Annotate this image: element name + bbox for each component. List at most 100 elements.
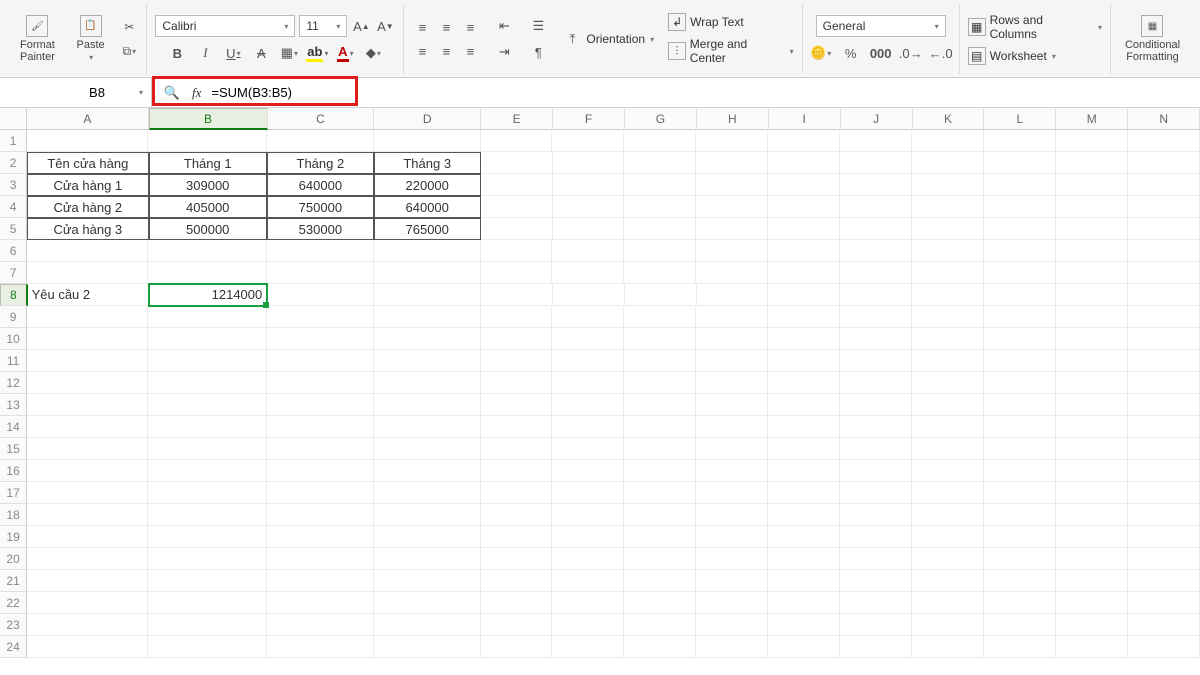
column-header-K[interactable]: K <box>913 108 985 129</box>
cell-C1[interactable] <box>267 130 374 152</box>
cell-E19[interactable] <box>481 526 553 548</box>
cell-G14[interactable] <box>624 416 696 438</box>
cell-I7[interactable] <box>768 262 840 284</box>
cell-G24[interactable] <box>624 636 696 658</box>
cell-K24[interactable] <box>912 636 984 658</box>
cell-N16[interactable] <box>1128 460 1200 482</box>
cell-J15[interactable] <box>840 438 912 460</box>
cell-N2[interactable] <box>1128 152 1200 174</box>
cell-D17[interactable] <box>374 482 481 504</box>
cell-D5[interactable]: 765000 <box>374 218 481 240</box>
row-header-15[interactable]: 15 <box>0 438 27 460</box>
cell-B8[interactable]: 1214000 <box>149 284 267 306</box>
cell-E16[interactable] <box>481 460 553 482</box>
cell-F1[interactable] <box>552 130 624 152</box>
cell-K20[interactable] <box>912 548 984 570</box>
cell-E21[interactable] <box>481 570 553 592</box>
cell-D16[interactable] <box>374 460 481 482</box>
cell-A17[interactable] <box>27 482 148 504</box>
cell-N20[interactable] <box>1128 548 1200 570</box>
cell-M8[interactable] <box>1056 284 1128 306</box>
cell-E23[interactable] <box>481 614 553 636</box>
row-header-13[interactable]: 13 <box>0 394 27 416</box>
cell-F3[interactable] <box>553 174 625 196</box>
cell-G5[interactable] <box>624 218 696 240</box>
row-header-23[interactable]: 23 <box>0 614 27 636</box>
borders-icon[interactable]: ▦▾ <box>279 43 299 63</box>
cell-F20[interactable] <box>552 548 624 570</box>
cell-L11[interactable] <box>984 350 1056 372</box>
cell-J10[interactable] <box>840 328 912 350</box>
row-header-7[interactable]: 7 <box>0 262 27 284</box>
underline-icon[interactable]: U▾ <box>223 43 243 63</box>
cell-H24[interactable] <box>696 636 768 658</box>
font-name-select[interactable]: Calibri▾ <box>155 15 295 37</box>
cell-A10[interactable] <box>27 328 148 350</box>
cell-M21[interactable] <box>1056 570 1128 592</box>
cell-J12[interactable] <box>840 372 912 394</box>
cell-G17[interactable] <box>624 482 696 504</box>
cell-C11[interactable] <box>267 350 374 372</box>
cell-E14[interactable] <box>481 416 553 438</box>
cell-H2[interactable] <box>696 152 768 174</box>
align-bottom-icon[interactable]: ≡ <box>460 17 480 37</box>
cell-E5[interactable] <box>481 218 553 240</box>
cell-F18[interactable] <box>552 504 624 526</box>
cell-M10[interactable] <box>1056 328 1128 350</box>
cell-A7[interactable] <box>27 262 148 284</box>
cell-K9[interactable] <box>912 306 984 328</box>
cell-M3[interactable] <box>1056 174 1128 196</box>
cell-C18[interactable] <box>267 504 374 526</box>
column-header-N[interactable]: N <box>1128 108 1200 129</box>
cell-K11[interactable] <box>912 350 984 372</box>
cell-A15[interactable] <box>27 438 148 460</box>
cell-F4[interactable] <box>553 196 625 218</box>
cell-B7[interactable] <box>148 262 266 284</box>
cell-K22[interactable] <box>912 592 984 614</box>
cell-L9[interactable] <box>984 306 1056 328</box>
cell-I14[interactable] <box>768 416 840 438</box>
cell-H20[interactable] <box>696 548 768 570</box>
cell-H10[interactable] <box>696 328 768 350</box>
worksheet-grid[interactable]: ABCDEFGHIJKLMN 12Tên cửa hàngTháng 1Thán… <box>0 108 1200 675</box>
cell-E10[interactable] <box>481 328 553 350</box>
cell-J2[interactable] <box>840 152 912 174</box>
cell-B24[interactable] <box>148 636 266 658</box>
cell-K17[interactable] <box>912 482 984 504</box>
cell-K5[interactable] <box>912 218 984 240</box>
cell-L22[interactable] <box>984 592 1056 614</box>
cell-C3[interactable]: 640000 <box>267 174 374 196</box>
cell-F5[interactable] <box>553 218 625 240</box>
cell-N18[interactable] <box>1128 504 1200 526</box>
cell-G8[interactable] <box>625 284 697 306</box>
cell-G13[interactable] <box>624 394 696 416</box>
cell-D14[interactable] <box>374 416 481 438</box>
cell-H21[interactable] <box>696 570 768 592</box>
cell-B10[interactable] <box>148 328 266 350</box>
cell-C8[interactable] <box>267 284 374 306</box>
cell-H23[interactable] <box>696 614 768 636</box>
cell-H11[interactable] <box>696 350 768 372</box>
paste-button[interactable]: 📋 Paste ▾ <box>67 13 115 66</box>
cell-B5[interactable]: 500000 <box>149 218 267 240</box>
cell-D22[interactable] <box>374 592 481 614</box>
cell-H22[interactable] <box>696 592 768 614</box>
cell-M22[interactable] <box>1056 592 1128 614</box>
row-header-21[interactable]: 21 <box>0 570 27 592</box>
cell-N7[interactable] <box>1128 262 1200 284</box>
cell-A1[interactable] <box>27 130 148 152</box>
cell-C10[interactable] <box>267 328 374 350</box>
cell-E20[interactable] <box>481 548 553 570</box>
cell-D20[interactable] <box>374 548 481 570</box>
cell-M13[interactable] <box>1056 394 1128 416</box>
row-header-5[interactable]: 5 <box>0 218 27 240</box>
decrease-decimal-icon[interactable]: ←.0 <box>931 43 951 63</box>
increase-indent-icon[interactable]: ⇥ <box>494 42 514 62</box>
cell-J3[interactable] <box>840 174 912 196</box>
cell-L23[interactable] <box>984 614 1056 636</box>
cell-A6[interactable] <box>27 240 148 262</box>
cell-D11[interactable] <box>374 350 481 372</box>
wrap-text-button[interactable]: ↲ Wrap Text <box>668 13 794 31</box>
cell-L12[interactable] <box>984 372 1056 394</box>
column-header-G[interactable]: G <box>625 108 697 129</box>
